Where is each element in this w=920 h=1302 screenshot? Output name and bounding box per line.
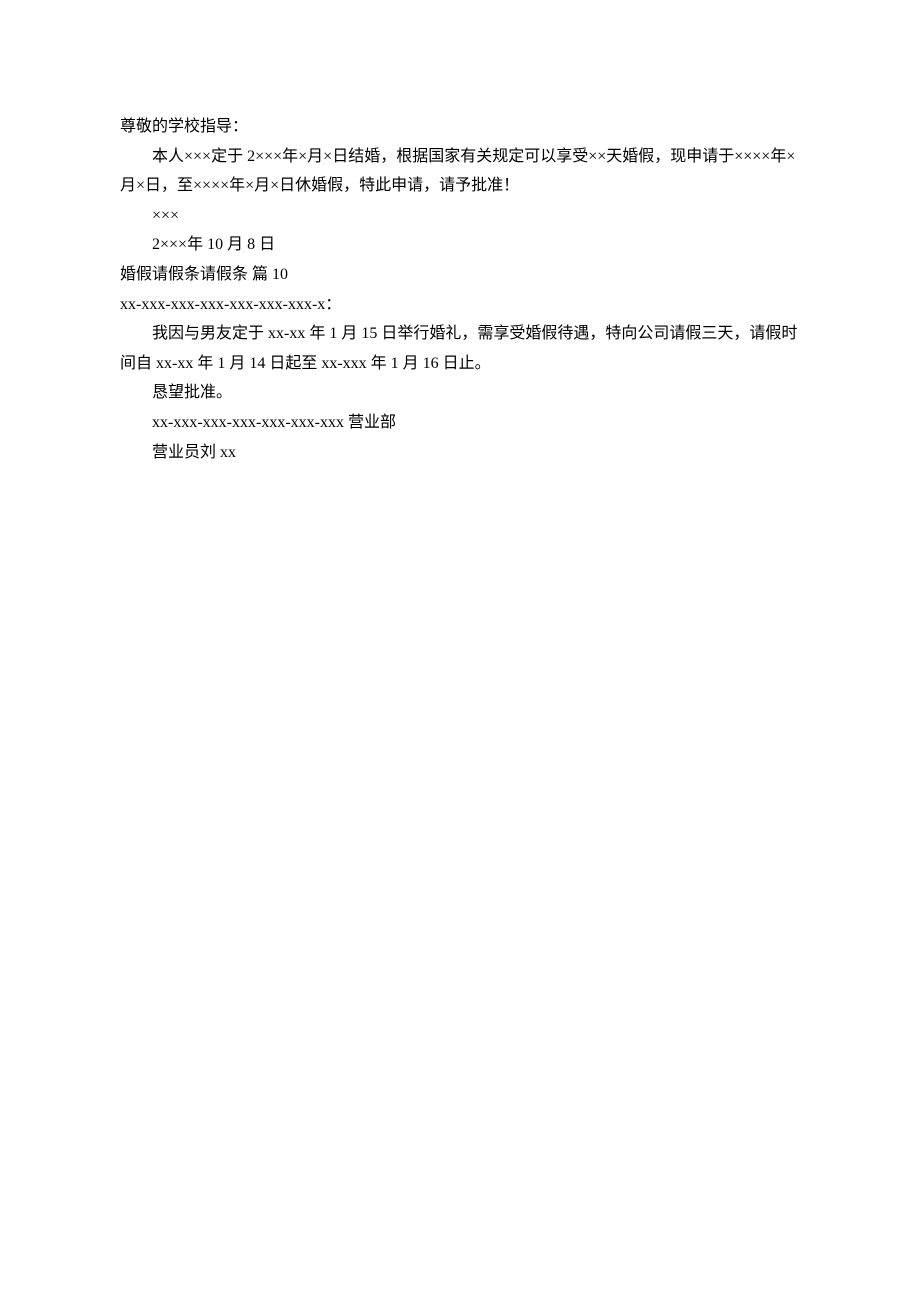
section9-salutation: 尊敬的学校指导： [120,112,800,142]
section10-signature: 营业员刘 xx [120,438,800,468]
section10-body: 我因与男友定于 xx-xx 年 1 月 15 日举行婚礼，需享受婚假待遇，特向公… [120,319,800,378]
section9-body: 本人×××定于 2×××年×月×日结婚，根据国家有关规定可以享受××天婚假，现申… [120,142,800,201]
section10-closing: 恳望批准。 [120,378,800,408]
section10-salutation: xx-xxx-xxx-xxx-xxx-xxx-xxx-x： [120,290,800,320]
section10-department: xx-xxx-xxx-xxx-xxx-xxx-xxx 营业部 [120,408,800,438]
section9-signature: ××× [120,201,800,231]
section9-date: 2×××年 10 月 8 日 [120,230,800,260]
section10-heading: 婚假请假条请假条 篇 10 [120,260,800,290]
